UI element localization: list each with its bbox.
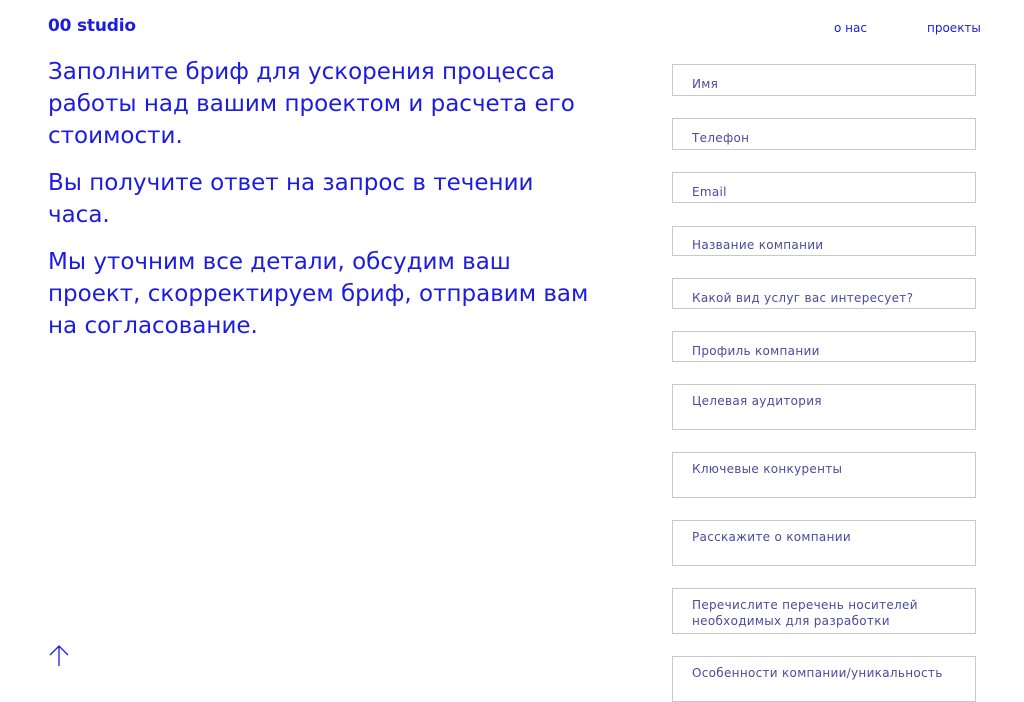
phone-input[interactable] — [672, 118, 976, 150]
nav-link-about[interactable]: о нас — [834, 21, 867, 35]
intro-paragraph-response: Вы получите ответ на запрос в течении ча… — [48, 170, 534, 228]
arrow-up-icon[interactable] — [48, 644, 70, 668]
company-name-input[interactable] — [672, 226, 976, 256]
intro-text: Заполните бриф для ускорения процесса ра… — [48, 56, 596, 357]
company-features-textarea[interactable] — [672, 656, 976, 702]
media-list-textarea[interactable] — [672, 588, 976, 634]
target-audience-textarea[interactable] — [672, 384, 976, 430]
name-input[interactable] — [672, 64, 976, 96]
company-profile-input[interactable] — [672, 331, 976, 362]
services-input[interactable] — [672, 278, 976, 309]
competitors-textarea[interactable] — [672, 452, 976, 498]
email-input[interactable] — [672, 172, 976, 203]
intro-paragraph-brief: Заполните бриф для ускорения процесса ра… — [48, 59, 575, 149]
about-company-textarea[interactable] — [672, 520, 976, 566]
logo[interactable]: 00 studio — [48, 16, 136, 36]
intro-paragraph-details: Мы уточним все детали, обсудим ваш проек… — [48, 249, 589, 339]
nav-link-projects[interactable]: проекты — [927, 21, 981, 35]
